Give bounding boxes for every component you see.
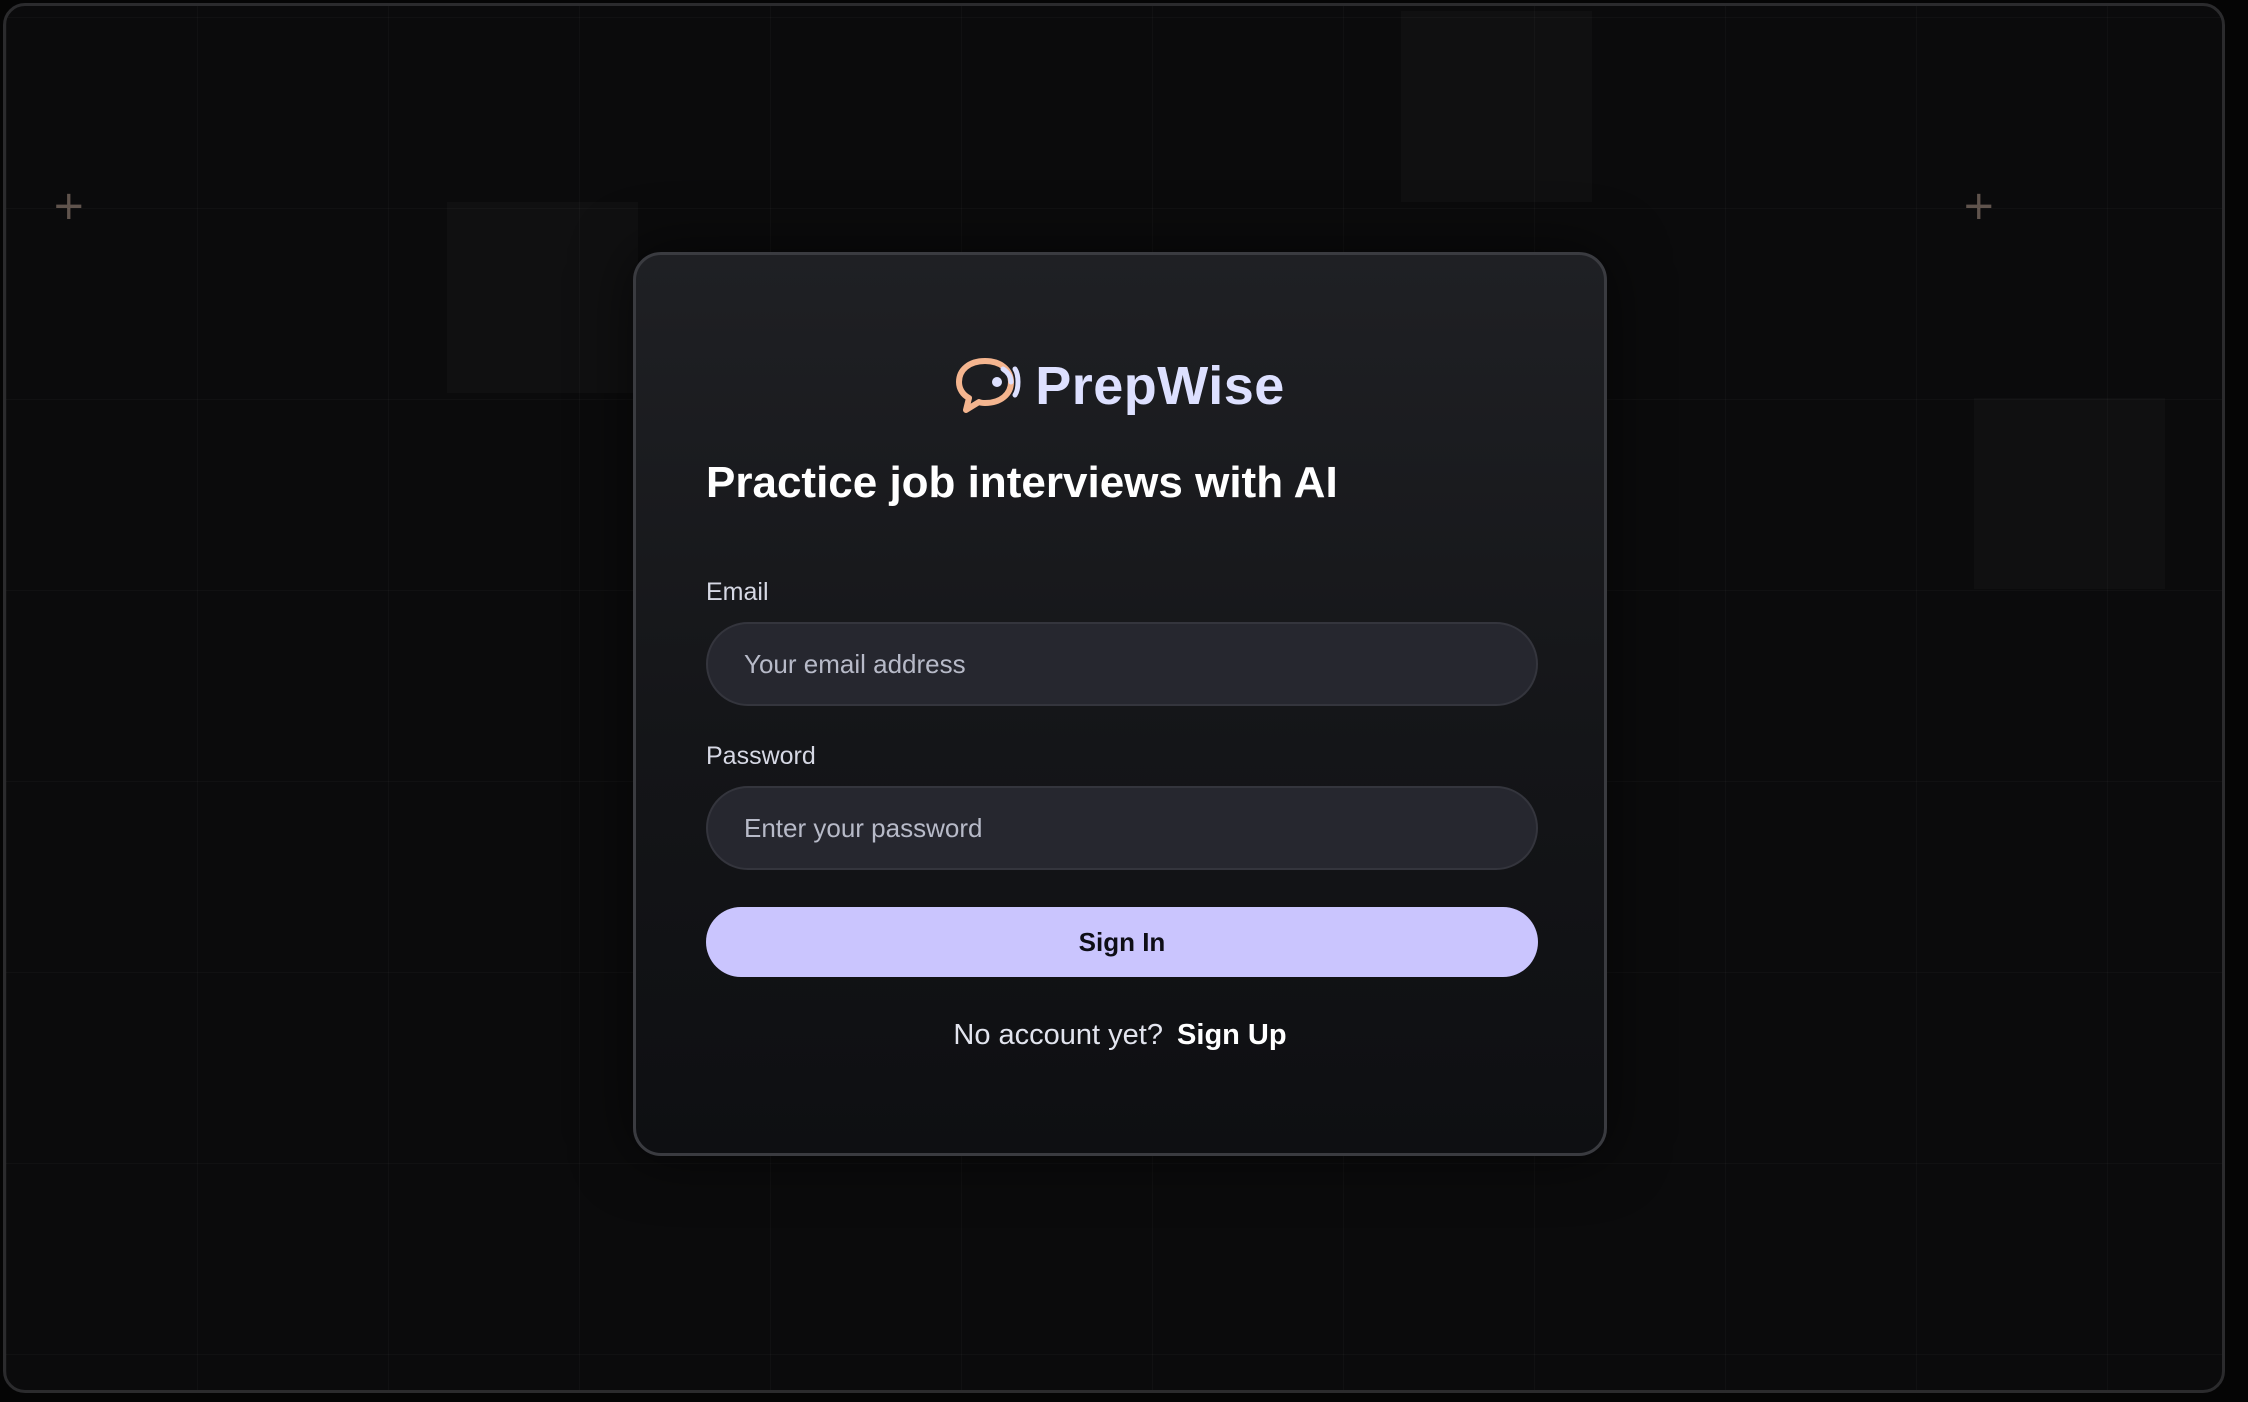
password-field[interactable] [706, 786, 1538, 870]
brand-name: PrepWise [1035, 356, 1285, 416]
sign-up-prompt-text: No account yet? [953, 1019, 1163, 1051]
page-title: Practice job interviews with AI [706, 458, 1338, 507]
sign-up-link[interactable]: Sign Up [1177, 1019, 1287, 1051]
sign-in-button[interactable]: Sign In [706, 907, 1538, 977]
password-label: Password [706, 742, 816, 770]
auth-card: PrepWise Practice job interviews with AI… [633, 252, 1607, 1156]
app-window: + + PrepWise Practice job interviews wit… [3, 3, 2225, 1393]
background-tile [1401, 11, 1592, 202]
sparkle-icon: + [1962, 183, 1996, 229]
speech-bubble-icon [955, 357, 1021, 415]
brand: PrepWise [636, 355, 1604, 417]
email-label: Email [706, 578, 769, 606]
background-tile [447, 202, 638, 393]
sign-up-prompt: No account yet? Sign Up [636, 1019, 1604, 1052]
sparkle-icon: + [52, 183, 86, 229]
email-field[interactable] [706, 622, 1538, 706]
background-tile [1974, 398, 2165, 589]
